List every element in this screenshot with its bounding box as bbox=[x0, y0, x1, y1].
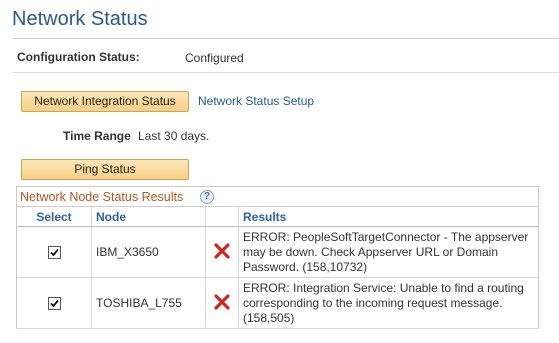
select-checkbox[interactable] bbox=[47, 246, 61, 260]
configuration-status-value: Configured bbox=[185, 51, 244, 65]
time-range-value: Last 30 days. bbox=[138, 129, 210, 143]
table-row: IBM_X3650 ERROR: PeopleSoftTargetConnect… bbox=[17, 226, 538, 278]
result-text: ERROR: Integration Service: Unable to fi… bbox=[238, 277, 538, 329]
table-header-row: Select Node Results bbox=[17, 206, 538, 227]
table-row: TOSHIBA_L755 ERROR: Integration Service:… bbox=[17, 277, 538, 329]
config-divider bbox=[12, 72, 559, 73]
page-title: Network Status bbox=[12, 8, 148, 30]
error-x-icon bbox=[214, 242, 230, 259]
title-divider bbox=[12, 38, 559, 39]
network-integration-status-button[interactable]: Network Integration Status bbox=[21, 91, 189, 112]
column-header-status bbox=[205, 206, 239, 227]
ping-status-button[interactable]: Ping Status bbox=[21, 159, 189, 180]
node-name: TOSHIBA_L755 bbox=[91, 277, 206, 329]
column-header-node: Node bbox=[91, 206, 206, 227]
node-name: IBM_X3650 bbox=[91, 226, 206, 278]
select-cell bbox=[17, 226, 92, 278]
configuration-status-label: Configuration Status: bbox=[17, 50, 140, 64]
grid-title: Network Node Status Results bbox=[20, 190, 184, 204]
status-cell bbox=[205, 277, 239, 329]
select-checkbox[interactable] bbox=[47, 297, 61, 311]
select-cell bbox=[17, 277, 92, 329]
column-header-results: Results bbox=[238, 206, 538, 227]
question-icon[interactable]: ? bbox=[200, 190, 214, 204]
column-header-select: Select bbox=[17, 206, 92, 227]
error-x-icon bbox=[214, 293, 230, 310]
results-table: Select Node Results IBM_X3650 ERROR: Peo… bbox=[17, 206, 538, 329]
network-status-setup-link[interactable]: Network Status Setup bbox=[198, 94, 314, 108]
time-range-label: Time Range bbox=[63, 129, 131, 143]
result-text: ERROR: PeopleSoftTargetConnector - The a… bbox=[238, 226, 538, 278]
status-cell bbox=[205, 226, 239, 278]
